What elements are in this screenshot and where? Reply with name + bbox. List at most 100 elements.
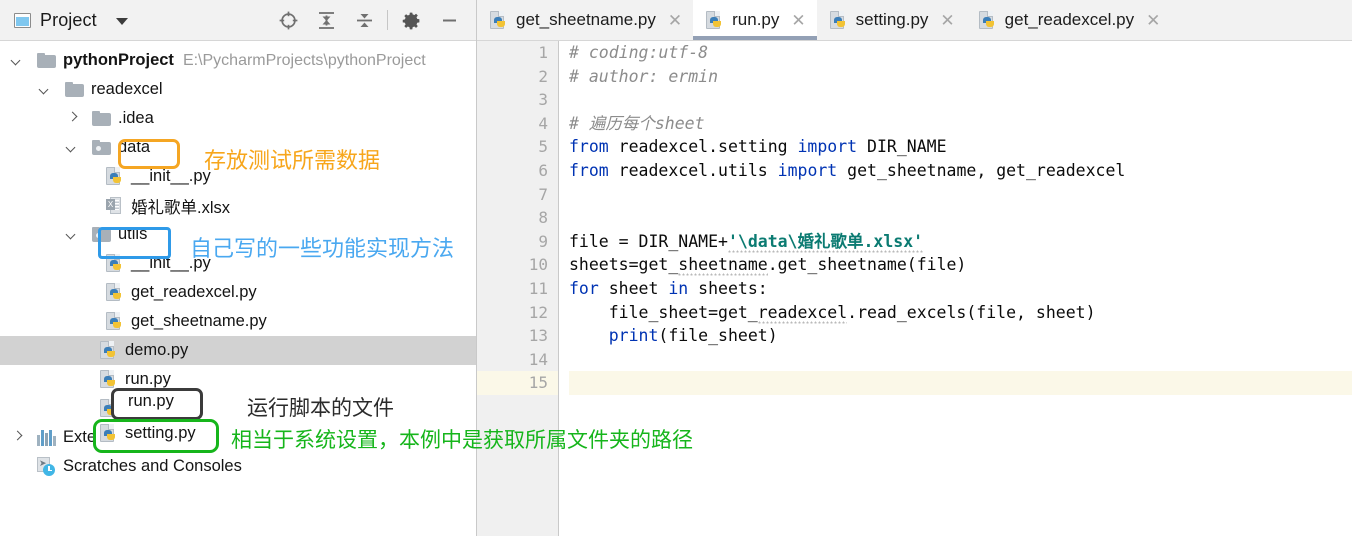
tab-label: setting.py <box>855 10 929 29</box>
code-line-text: # coding:utf-8 <box>569 43 709 62</box>
expand-all-icon[interactable] <box>307 5 345 35</box>
line-number-gutter[interactable]: 1 2 3 4 5 6 7 8 9 10 11 12 13 14 15 <box>477 41 559 536</box>
tree-label: utils <box>118 225 148 243</box>
collapse-all-icon[interactable] <box>345 5 383 35</box>
tab-label: get_sheetname.py <box>516 10 656 29</box>
code-line-text: # author: ermin <box>569 66 719 86</box>
project-window-icon <box>14 12 31 28</box>
tree-label: get_readexcel.py <box>131 283 257 301</box>
tree-label: get_sheetname.py <box>131 312 267 330</box>
chevron-right-icon[interactable] <box>66 112 79 125</box>
tree-label: demo.py <box>125 341 189 359</box>
line-number: 15 <box>477 371 558 395</box>
code-line: sheets=get_sheetname.get_sheetname(file) <box>569 255 967 277</box>
tab-run[interactable]: run.py ✕ <box>693 0 817 40</box>
tree-label: run.py <box>128 392 174 410</box>
tab-get-readexcel[interactable]: get_readexcel.py ✕ <box>965 0 1172 40</box>
tree-label: setting.py <box>125 424 196 442</box>
source-folder-icon <box>92 140 111 155</box>
external-libraries-icon <box>37 429 56 446</box>
line-number: 14 <box>528 349 548 369</box>
tab-label: run.py <box>732 10 780 29</box>
annotation-data: 存放测试所需数据 <box>204 149 381 174</box>
tab-setting[interactable]: setting.py ✕ <box>816 0 966 40</box>
chevron-right-icon[interactable] <box>11 431 24 444</box>
tree-row-pythonproject[interactable]: pythonProject E:\PycharmProjects\pythonP… <box>0 46 476 75</box>
line-number: 9 <box>538 231 548 251</box>
line-number: 8 <box>538 208 548 228</box>
project-pane-toolbar <box>269 5 468 35</box>
gear-icon[interactable] <box>392 5 430 35</box>
project-pane-title: Project <box>40 9 97 30</box>
line-number: 3 <box>538 90 548 110</box>
tree-row-readexcel[interactable]: readexcel <box>0 75 476 104</box>
code-area[interactable]: 1 2 3 4 5 6 7 8 9 10 11 12 13 14 15 # co… <box>477 41 1352 536</box>
no-twisty <box>11 460 24 473</box>
code-line: file_sheet=get_readexcel.read_excels(fil… <box>569 302 1096 324</box>
tree-row-demo[interactable]: demo.py <box>0 336 476 365</box>
line-number: 13 <box>528 326 548 346</box>
tree-row-get-sheetname[interactable]: get_sheetname.py <box>0 307 476 336</box>
code-line: # author: ermin <box>569 65 1352 89</box>
tree-row-excel-file[interactable]: X 婚礼歌单.xlsx <box>0 191 476 220</box>
python-file-icon <box>106 283 124 302</box>
code-line: from readexcel.utils import get_sheetnam… <box>569 160 1126 180</box>
line-number: 7 <box>538 184 548 204</box>
tab-get-sheetname[interactable]: get_sheetname.py ✕ <box>477 0 694 40</box>
code-content[interactable]: # coding:utf-8 # author: ermin # 遍历每个she… <box>559 41 1352 536</box>
close-icon[interactable]: ✕ <box>668 12 682 29</box>
code-line: for sheet in sheets: <box>569 278 768 298</box>
code-line: # 遍历每个sheet <box>569 112 1352 136</box>
line-number: 6 <box>538 160 548 180</box>
python-file-icon <box>706 10 724 30</box>
code-line: from readexcel.setting import DIR_NAME <box>569 137 947 157</box>
tree-row-run[interactable]: run.py <box>0 365 476 394</box>
python-file-icon <box>100 370 118 389</box>
tree-row-get-readexcel[interactable]: get_readexcel.py <box>0 278 476 307</box>
chevron-down-icon[interactable] <box>39 83 52 96</box>
python-file-icon <box>100 399 118 418</box>
tree-label: Scratches and Consoles <box>63 457 242 475</box>
scroll-from-source-icon[interactable] <box>269 5 307 35</box>
folder-icon <box>92 111 111 126</box>
tree-label: 婚礼歌单.xlsx <box>131 198 230 217</box>
chevron-down-icon[interactable] <box>66 141 79 154</box>
folder-icon <box>65 82 84 97</box>
boxed-label-setting[interactable]: setting.py <box>100 424 196 443</box>
pycharm-window: Project pythonProject E:\PycharmProjects… <box>0 0 1352 536</box>
boxed-label-run[interactable]: run.py <box>128 392 174 411</box>
chevron-down-icon[interactable] <box>11 54 24 67</box>
code-line: file = DIR_NAME+'\data\婚礼歌单.xlsx' <box>569 231 924 253</box>
line-number: 11 <box>528 278 548 298</box>
line-number: 5 <box>538 137 548 157</box>
tree-label: data <box>118 138 151 156</box>
python-file-icon <box>106 167 124 186</box>
python-file-icon <box>490 10 508 30</box>
close-icon[interactable]: ✕ <box>1146 12 1160 29</box>
folder-icon <box>37 53 56 68</box>
project-title-group[interactable]: Project <box>14 10 128 31</box>
tree-label: .idea <box>118 109 154 127</box>
close-icon[interactable]: ✕ <box>791 12 805 29</box>
tab-label: get_readexcel.py <box>1004 10 1135 29</box>
python-file-icon <box>100 424 118 443</box>
tree-row-scratches[interactable]: ➤ Scratches and Consoles <box>0 452 476 481</box>
source-folder-icon <box>92 227 111 242</box>
tree-label: readexcel <box>91 80 163 98</box>
tree-row-setting[interactable]: setting.py <box>0 394 476 423</box>
scratches-icon: ➤ <box>37 457 56 476</box>
code-line: # coding:utf-8 <box>569 41 1352 65</box>
tree-row-idea[interactable]: .idea <box>0 104 476 133</box>
excel-file-icon: X <box>106 196 124 215</box>
close-icon[interactable]: ✕ <box>940 12 954 29</box>
editor-vertical-scrollbar[interactable] <box>1340 41 1352 536</box>
editor-tab-bar: get_sheetname.py ✕ run.py ✕ setting.py ✕ <box>477 0 1352 41</box>
chevron-down-icon[interactable] <box>66 228 79 241</box>
python-file-icon <box>978 10 997 30</box>
annotation-utils: 自己写的一些功能实现方法 <box>190 237 455 262</box>
code-line: print(file_sheet) <box>608 326 778 346</box>
chevron-down-icon[interactable] <box>115 17 128 25</box>
line-number: 2 <box>538 66 548 86</box>
tree-label: run.py <box>125 370 171 388</box>
minimize-icon[interactable] <box>430 5 468 35</box>
